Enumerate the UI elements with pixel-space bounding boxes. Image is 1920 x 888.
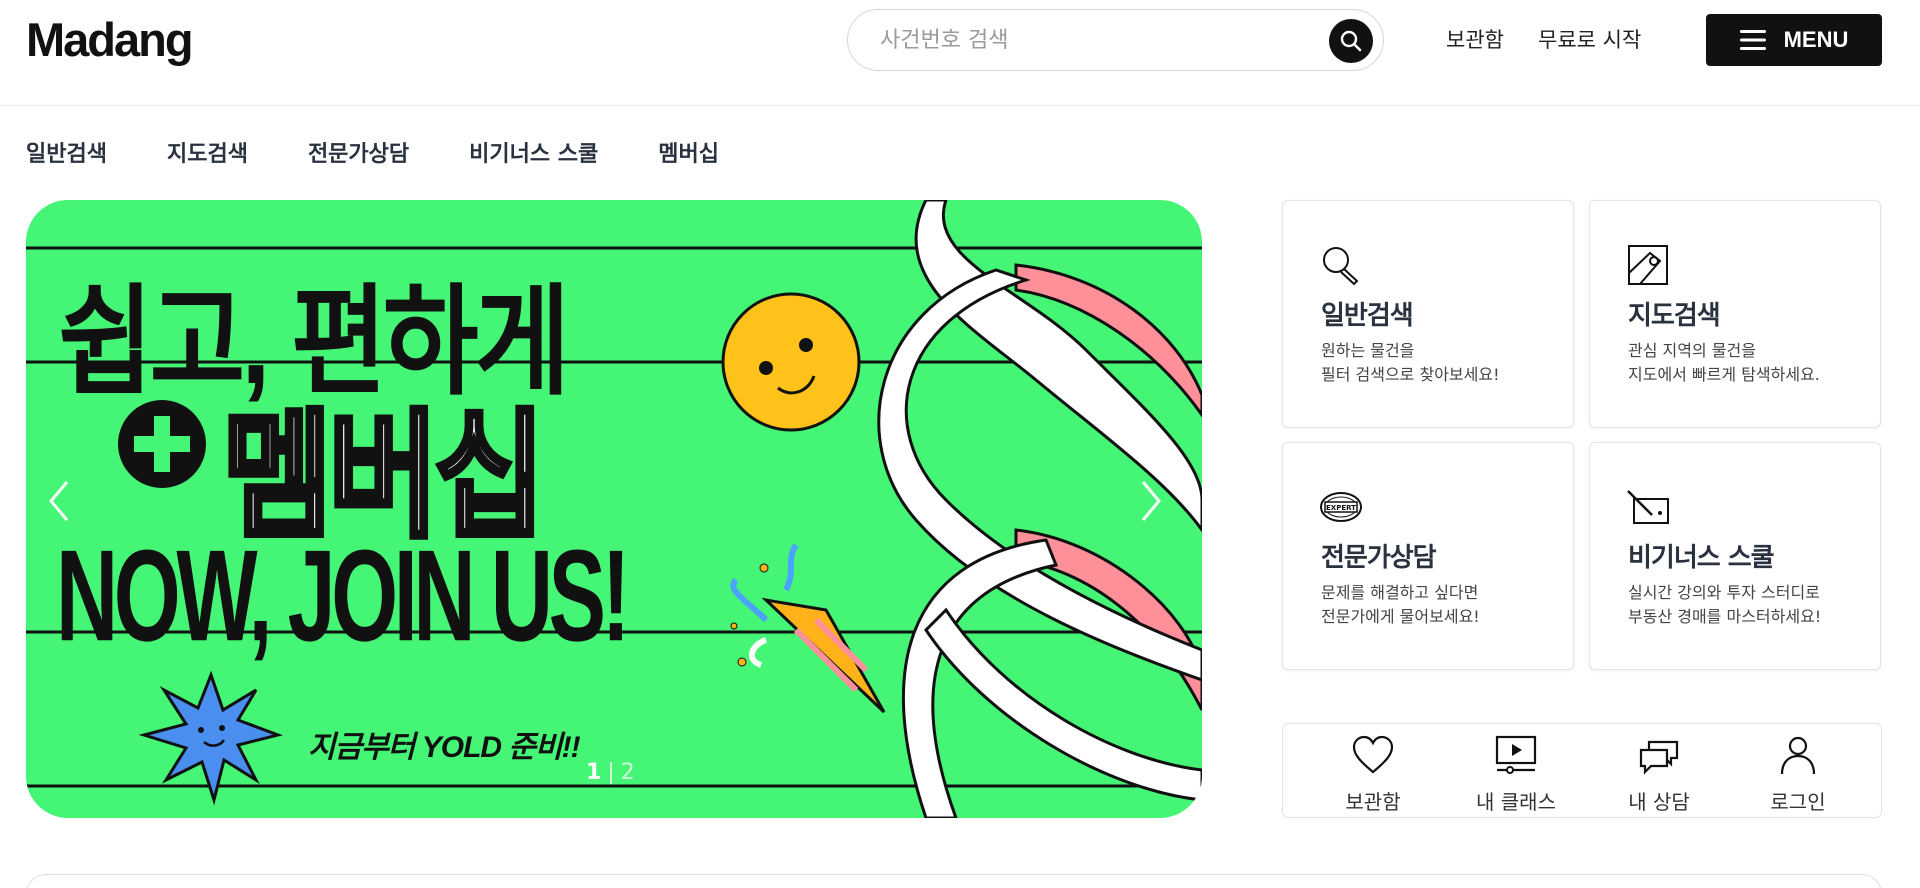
card-desc-line-2: 필터 검색으로 찾아보세요!	[1321, 365, 1500, 384]
map-icon	[1628, 245, 1668, 285]
nav-item-beginners-school[interactable]: 비기너스 스쿨	[469, 136, 598, 168]
search-input[interactable]	[880, 22, 1300, 58]
card-title: 비기너스 스쿨	[1628, 543, 1775, 573]
quick-item-label: 내 상담	[1628, 790, 1690, 814]
quick-item-label: 로그인	[1770, 790, 1826, 814]
quick-item-label: 보관함	[1345, 790, 1401, 814]
logo[interactable]: Madang	[26, 12, 194, 67]
nav-item-map-search[interactable]: 지도검색	[167, 136, 248, 168]
card-desc-line-1: 관심 지역의 물건을	[1628, 341, 1756, 360]
card-title: 전문가상담	[1321, 543, 1437, 573]
magnifier-icon	[1323, 247, 1359, 286]
search-button[interactable]	[1329, 19, 1373, 63]
card-desc-line-2: 지도에서 빠르게 탐색하세요.	[1628, 365, 1820, 384]
card-desc-line-1: 원하는 물건을	[1321, 341, 1415, 360]
drawing-board-icon	[1627, 490, 1669, 524]
chat-bubbles-icon	[1639, 740, 1679, 775]
card-general-search[interactable]: 일반검색 원하는 물건을 필터 검색으로 찾아보세요!	[1282, 200, 1574, 428]
quick-item-saved[interactable]: 보관함	[1313, 734, 1433, 815]
quick-menu-bar: 보관함 내 클래스 내 상담 로그인	[1282, 723, 1882, 818]
card-description: 실시간 강의와 투자 스터디로 부동산 경매를 마스터하세요!	[1628, 581, 1821, 629]
nav-item-general-search[interactable]: 일반검색	[26, 136, 107, 168]
search-bar	[847, 9, 1384, 71]
quick-item-my-class[interactable]: 내 클래스	[1456, 734, 1576, 815]
card-desc-line-1: 실시간 강의와 투자 스터디로	[1628, 583, 1820, 602]
banner-next-button[interactable]	[1140, 480, 1180, 540]
card-desc-line-2: 전문가에게 물어보세요!	[1321, 607, 1480, 626]
svg-text:EXPERT: EXPERT	[1326, 504, 1356, 512]
quick-item-login[interactable]: 로그인	[1738, 734, 1858, 815]
chevron-right-icon	[1141, 481, 1161, 521]
header: Madang 보관함 무료로 시작 MENU	[0, 0, 1920, 106]
nav-item-membership[interactable]: 멤버십	[658, 136, 719, 168]
saved-link[interactable]: 보관함	[1446, 24, 1504, 54]
chevron-left-icon	[49, 481, 69, 521]
menu-button[interactable]: MENU	[1706, 14, 1882, 66]
card-desc-line-1: 문제를 해결하고 싶다면	[1321, 583, 1479, 602]
search-icon	[1340, 30, 1362, 52]
card-expert-consult[interactable]: EXPERT 전문가상담 문제를 해결하고 싶다면 전문가에게 물어보세요!	[1282, 442, 1574, 670]
pager-total[interactable]: 2	[621, 760, 635, 785]
video-class-icon	[1495, 735, 1537, 774]
card-title: 지도검색	[1628, 301, 1721, 331]
main-nav: 일반검색 지도검색 전문가상담 비기너스 스쿨 멤버십	[26, 136, 779, 168]
card-description: 관심 지역의 물건을 지도에서 빠르게 탐색하세요.	[1628, 339, 1820, 387]
banner-prev-button[interactable]	[48, 480, 88, 540]
promo-banner[interactable]: 쉽고, 편하게 멤버십 NOW, JOIN US! 지금부터 YOLD 준비!!…	[26, 200, 1202, 818]
menu-label: MENU	[1783, 27, 1849, 52]
user-icon	[1780, 736, 1816, 775]
banner-headline-3: NOW, JOIN US!	[56, 523, 630, 669]
quick-item-my-consult[interactable]: 내 상담	[1599, 734, 1719, 815]
pager-separator: |	[607, 760, 615, 785]
free-start-link[interactable]: 무료로 시작	[1538, 24, 1641, 54]
quick-item-label: 내 클래스	[1476, 790, 1556, 814]
card-desc-line-2: 부동산 경매를 마스터하세요!	[1628, 607, 1822, 626]
card-description: 문제를 해결하고 싶다면 전문가에게 물어보세요!	[1321, 581, 1480, 629]
card-map-search[interactable]: 지도검색 관심 지역의 물건을 지도에서 빠르게 탐색하세요.	[1589, 200, 1881, 428]
nav-item-expert-consult[interactable]: 전문가상담	[308, 136, 409, 168]
card-beginners-school[interactable]: 비기너스 스쿨 실시간 강의와 투자 스터디로 부동산 경매를 마스터하세요!	[1589, 442, 1881, 670]
card-description: 원하는 물건을 필터 검색으로 찾아보세요!	[1321, 339, 1500, 387]
heart-icon	[1352, 735, 1394, 774]
banner-pager: 1 | 2	[586, 760, 635, 785]
pager-current[interactable]: 1	[586, 760, 601, 785]
expert-badge-icon: EXPERT	[1320, 492, 1362, 522]
card-title: 일반검색	[1321, 301, 1414, 331]
banner-tagline: 지금부터 YOLD 준비!!	[308, 731, 581, 764]
hamburger-icon	[1739, 30, 1766, 50]
bottom-section-box	[26, 874, 1882, 888]
